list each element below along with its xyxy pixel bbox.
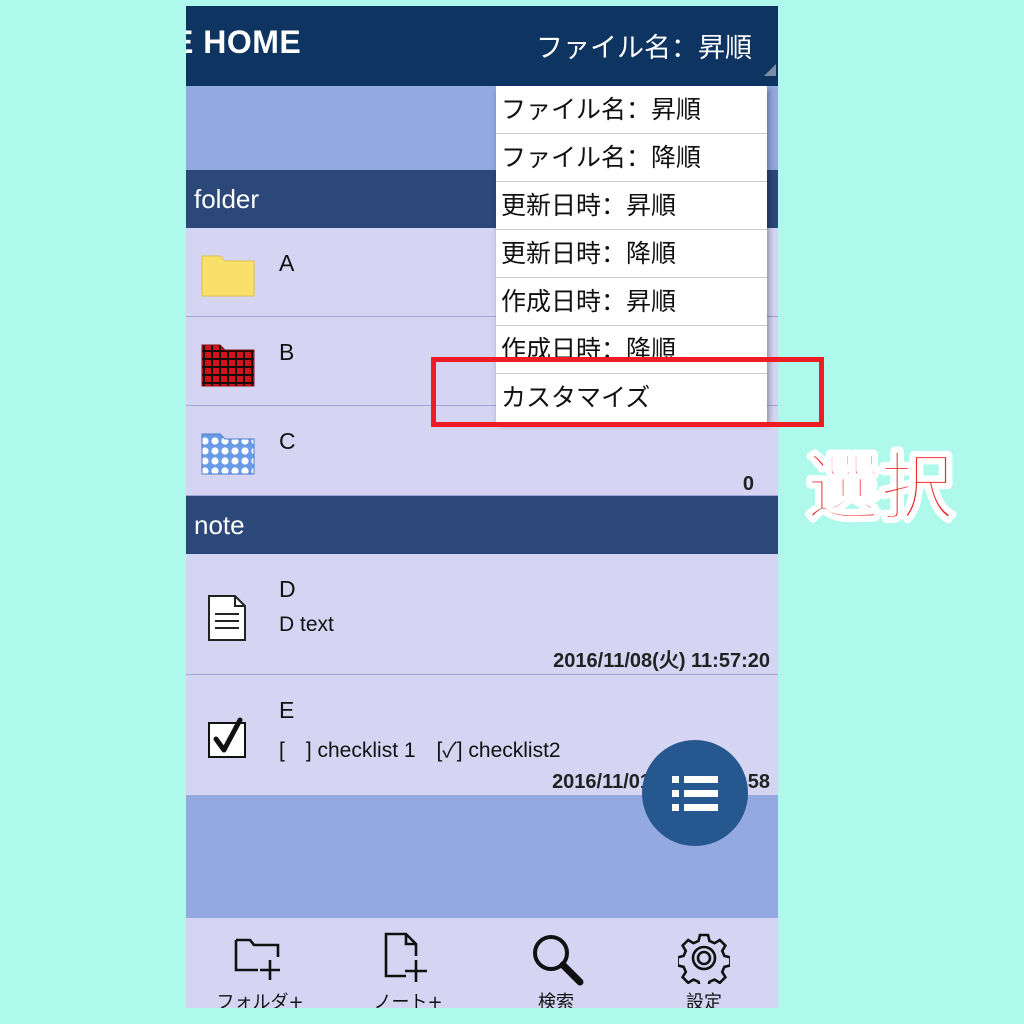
settings-button[interactable]: 設定	[630, 918, 778, 1008]
phone-screen: E HOME ファイル名：昇順 folder A B	[186, 6, 778, 1008]
menu-item-updated-desc[interactable]: 更新日時：降順	[496, 230, 767, 278]
page-title: E HOME	[186, 24, 302, 60]
menu-item-updated-asc[interactable]: 更新日時：昇順	[496, 182, 767, 230]
menu-item-created-asc[interactable]: 作成日時：昇順	[496, 278, 767, 326]
checkbox-icon	[208, 717, 246, 758]
dropdown-corner-icon	[764, 64, 776, 76]
document-icon	[208, 595, 246, 641]
add-note-button[interactable]: ノート+	[334, 918, 482, 1008]
menu-item-name-asc[interactable]: ファイル名：昇順	[496, 86, 767, 134]
folder-name: B	[279, 339, 295, 365]
note-preview: [ ] checklist 1 [✓] checklist2	[279, 739, 561, 762]
folder-name: C	[279, 428, 296, 454]
note-row-d[interactable]: D D text 2016/11/08(火) 11:57:20	[186, 554, 778, 675]
app-header: E HOME ファイル名：昇順	[186, 6, 778, 86]
yellow-folder-icon	[201, 255, 255, 297]
search-button[interactable]: 検索	[482, 918, 630, 1008]
search-label: 検索	[538, 992, 574, 1008]
note-section-header: note	[186, 496, 778, 554]
add-folder-icon	[234, 938, 280, 980]
sort-selector-button[interactable]: ファイル名：昇順	[536, 26, 752, 65]
settings-label: 設定	[686, 992, 722, 1008]
add-note-label: ノート+	[373, 992, 443, 1008]
add-folder-button[interactable]: フォルダ+	[186, 918, 334, 1008]
add-note-icon	[384, 932, 427, 982]
folder-name: A	[279, 250, 295, 276]
note-title: D	[279, 576, 296, 602]
gear-icon	[678, 933, 730, 984]
list-icon	[672, 776, 718, 811]
bottom-nav-bar: フォルダ+ ノート+ 検索 設定	[186, 918, 778, 1008]
annotation-select-label: 選択	[805, 444, 955, 532]
red-plaid-folder-icon	[201, 344, 255, 387]
item-count: 0	[742, 473, 754, 495]
menu-item-name-desc[interactable]: ファイル名：降順	[496, 134, 767, 182]
annotation-highlight-box	[431, 357, 824, 427]
note-preview: D text	[279, 613, 334, 636]
search-icon	[533, 935, 584, 986]
blue-polka-dot-folder-icon	[201, 433, 255, 475]
note-date: 2016/11/08(火) 11:57:20	[553, 650, 770, 672]
note-title: E	[279, 697, 295, 723]
list-menu-fab-button[interactable]	[642, 740, 748, 846]
add-folder-label: フォルダ+	[216, 992, 304, 1008]
